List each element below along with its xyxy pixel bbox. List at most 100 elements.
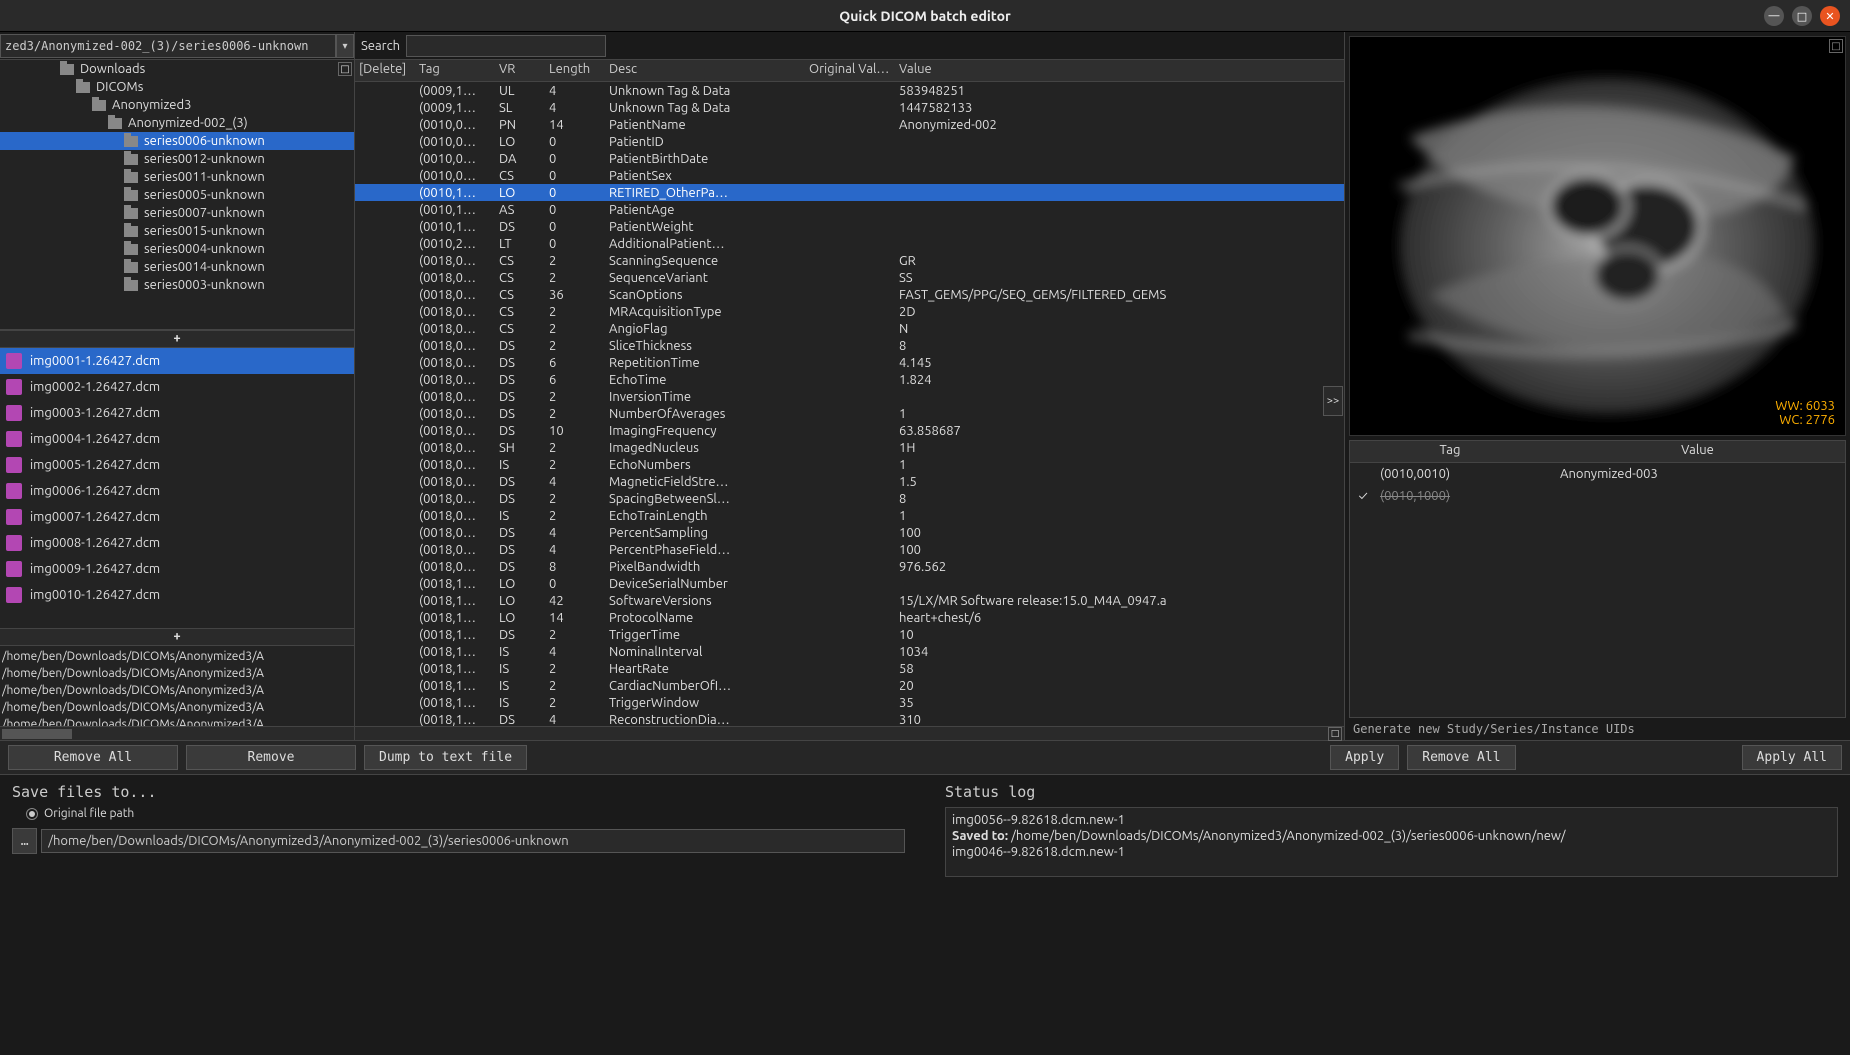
file-item[interactable]: img0003-1.26427.dcm bbox=[0, 400, 354, 426]
original-path-radio[interactable]: Original file path bbox=[26, 807, 905, 820]
tag-row[interactable]: (0018,0…DS6EchoTime1.824 bbox=[355, 371, 1344, 388]
file-item[interactable]: img0002-1.26427.dcm bbox=[0, 374, 354, 400]
path-log-line[interactable]: /home/ben/Downloads/DICOMs/Anonymized3/A bbox=[2, 648, 352, 665]
col-orig[interactable]: Original Value bbox=[805, 60, 895, 81]
tag-row[interactable]: (0010,1…LO0RETIRED_OtherPa… bbox=[355, 184, 1344, 201]
tree-item[interactable]: Anonymized3 bbox=[0, 96, 354, 114]
file-item[interactable]: img0005-1.26427.dcm bbox=[0, 452, 354, 478]
tag-row[interactable]: (0018,0…IS2EchoNumbers1 bbox=[355, 456, 1344, 473]
tag-row[interactable]: (0010,0…PN14PatientNameAnonymized-002 bbox=[355, 116, 1344, 133]
tree-item[interactable]: series0005-unknown bbox=[0, 186, 354, 204]
tag-row[interactable]: (0018,0…DS8PixelBandwidth976.562 bbox=[355, 558, 1344, 575]
tag-row[interactable]: (0009,1…SL4Unknown Tag & Data1447582133 bbox=[355, 99, 1344, 116]
file-item[interactable]: img0008-1.26427.dcm bbox=[0, 530, 354, 556]
path-log-line[interactable]: /home/ben/Downloads/DICOMs/Anonymized3/A bbox=[2, 699, 352, 716]
edit-col-tag[interactable]: Tag bbox=[1350, 441, 1550, 462]
tag-row[interactable]: (0018,0…DS2SliceThickness8 bbox=[355, 337, 1344, 354]
tag-row[interactable]: (0018,0…CS2SequenceVariantSS bbox=[355, 269, 1344, 286]
apply-button[interactable]: Apply bbox=[1330, 745, 1399, 770]
tag-row[interactable]: (0018,1…DS2TriggerTime10 bbox=[355, 626, 1344, 643]
remove-all-paths-button[interactable]: Remove All bbox=[8, 745, 178, 770]
tree-item[interactable]: series0012-unknown bbox=[0, 150, 354, 168]
tag-row[interactable]: (0010,0…CS0PatientSex bbox=[355, 167, 1344, 184]
dump-to-text-button[interactable]: Dump to text file bbox=[364, 745, 527, 770]
apply-all-button[interactable]: Apply All bbox=[1742, 745, 1842, 770]
preview-collapse-icon[interactable]: □ bbox=[1829, 39, 1843, 53]
remove-path-button[interactable]: Remove bbox=[186, 745, 356, 770]
tag-row[interactable]: (0018,1…DS4ReconstructionDia…310 bbox=[355, 711, 1344, 726]
tag-row[interactable]: (0018,0…CS36ScanOptionsFAST_GEMS/PPG/SEQ… bbox=[355, 286, 1344, 303]
add-folder-button[interactable]: + bbox=[0, 330, 354, 348]
dicom-image-preview[interactable]: □ bbox=[1349, 36, 1846, 436]
browse-path-button[interactable]: … bbox=[12, 828, 37, 854]
tree-item[interactable]: series0003-unknown bbox=[0, 276, 354, 294]
tag-row[interactable]: (0018,1…LO0DeviceSerialNumber bbox=[355, 575, 1344, 592]
edit-queue-table[interactable]: Tag Value (0010,0010)Anonymized-003✓(001… bbox=[1349, 440, 1846, 718]
tree-item[interactable]: series0006-unknown bbox=[0, 132, 354, 150]
file-item[interactable]: img0004-1.26427.dcm bbox=[0, 426, 354, 452]
tag-row[interactable]: (0018,1…LO42SoftwareVersions15/LX/MR Sof… bbox=[355, 592, 1344, 609]
file-list[interactable]: img0001-1.26427.dcmimg0002-1.26427.dcmim… bbox=[0, 348, 354, 628]
path-log-line[interactable]: /home/ben/Downloads/DICOMs/Anonymized3/A bbox=[2, 716, 352, 726]
tree-collapse-icon[interactable]: □ bbox=[338, 62, 352, 76]
status-log[interactable]: img0056--9.82618.dcm.new-1Saved to: /hom… bbox=[945, 807, 1838, 877]
selected-paths-log[interactable]: /home/ben/Downloads/DICOMs/Anonymized3/A… bbox=[0, 646, 354, 726]
tree-item[interactable]: Downloads bbox=[0, 60, 354, 78]
expand-right-button[interactable]: >> bbox=[1323, 386, 1343, 416]
file-item[interactable]: img0006-1.26427.dcm bbox=[0, 478, 354, 504]
tag-row[interactable]: (0010,0…LO0PatientID bbox=[355, 133, 1344, 150]
tag-row[interactable]: (0018,0…DS6RepetitionTime4.145 bbox=[355, 354, 1344, 371]
tag-row[interactable]: (0009,1…UL4Unknown Tag & Data583948251 bbox=[355, 82, 1344, 99]
path-log-scrollbar[interactable] bbox=[0, 726, 354, 740]
tag-row[interactable]: (0018,1…IS2HeartRate58 bbox=[355, 660, 1344, 677]
search-input[interactable] bbox=[406, 35, 606, 57]
tag-row[interactable]: (0010,2…LT0AdditionalPatient… bbox=[355, 235, 1344, 252]
col-value[interactable]: Value bbox=[895, 60, 1344, 81]
path-log-line[interactable]: /home/ben/Downloads/DICOMs/Anonymized3/A bbox=[2, 665, 352, 682]
tag-row[interactable]: (0010,0…DA0PatientBirthDate bbox=[355, 150, 1344, 167]
tag-row[interactable]: (0018,0…CS2ScanningSequenceGR bbox=[355, 252, 1344, 269]
col-desc[interactable]: Desc bbox=[605, 60, 805, 81]
col-length[interactable]: Length bbox=[545, 60, 605, 81]
tree-item[interactable]: series0015-unknown bbox=[0, 222, 354, 240]
col-vr[interactable]: VR bbox=[495, 60, 545, 81]
path-dropdown-icon[interactable]: ▾ bbox=[336, 34, 354, 58]
close-button[interactable]: ✕ bbox=[1820, 6, 1840, 26]
tag-row[interactable]: (0018,1…IS2CardiacNumberOfI…20 bbox=[355, 677, 1344, 694]
tag-row[interactable]: (0010,1…AS0PatientAge bbox=[355, 201, 1344, 218]
tag-row[interactable]: (0018,1…IS4NominalInterval1034 bbox=[355, 643, 1344, 660]
file-item[interactable]: img0009-1.26427.dcm bbox=[0, 556, 354, 582]
col-tag[interactable]: Tag bbox=[415, 60, 495, 81]
file-item[interactable]: img0010-1.26427.dcm bbox=[0, 582, 354, 608]
tree-item[interactable]: series0014-unknown bbox=[0, 258, 354, 276]
tree-item[interactable]: series0007-unknown bbox=[0, 204, 354, 222]
tag-row[interactable]: (0018,0…DS2InversionTime bbox=[355, 388, 1344, 405]
edit-row[interactable]: (0010,0010)Anonymized-003 bbox=[1350, 463, 1845, 485]
tree-item[interactable]: Anonymized-002_(3) bbox=[0, 114, 354, 132]
tag-row[interactable]: (0018,0…SH2ImagedNucleus1H bbox=[355, 439, 1344, 456]
folder-tree[interactable]: □ DownloadsDICOMsAnonymized3Anonymized-0… bbox=[0, 60, 354, 330]
tag-row[interactable]: (0018,0…CS2MRAcquisitionType2D bbox=[355, 303, 1344, 320]
col-delete[interactable]: [Delete] bbox=[355, 60, 415, 81]
save-path-input[interactable] bbox=[41, 829, 905, 853]
tag-row[interactable]: (0018,0…DS2NumberOfAverages1 bbox=[355, 405, 1344, 422]
tag-row[interactable]: (0018,0…DS2SpacingBetweenSl…8 bbox=[355, 490, 1344, 507]
tag-row[interactable]: (0018,0…DS4PercentSampling100 bbox=[355, 524, 1344, 541]
add-file-button[interactable]: + bbox=[0, 628, 354, 646]
tag-row[interactable]: (0018,0…IS2EchoTrainLength1 bbox=[355, 507, 1344, 524]
tag-row[interactable]: (0018,1…LO14ProtocolNameheart+chest/6 bbox=[355, 609, 1344, 626]
tag-row[interactable]: (0018,0…DS10ImagingFrequency63.858687 bbox=[355, 422, 1344, 439]
tag-row[interactable]: (0018,0…CS2AngioFlagN bbox=[355, 320, 1344, 337]
tag-table-scrollbar[interactable]: □ bbox=[355, 726, 1344, 740]
file-item[interactable]: img0007-1.26427.dcm bbox=[0, 504, 354, 530]
tree-item[interactable]: DICOMs bbox=[0, 78, 354, 96]
tree-item[interactable]: series0011-unknown bbox=[0, 168, 354, 186]
path-log-line[interactable]: /home/ben/Downloads/DICOMs/Anonymized3/A bbox=[2, 682, 352, 699]
edit-row[interactable]: ✓(0010,1000) bbox=[1350, 485, 1845, 507]
maximize-button[interactable]: □ bbox=[1792, 6, 1812, 26]
tag-row[interactable]: (0018,0…DS4MagneticFieldStre…1.5 bbox=[355, 473, 1344, 490]
minimize-button[interactable]: — bbox=[1764, 6, 1784, 26]
tag-row[interactable]: (0018,0…DS4PercentPhaseField…100 bbox=[355, 541, 1344, 558]
dicom-tag-table[interactable]: □ [Delete] Tag VR Length Desc Original V… bbox=[355, 60, 1344, 726]
remove-all-edits-button[interactable]: Remove All bbox=[1407, 745, 1515, 770]
